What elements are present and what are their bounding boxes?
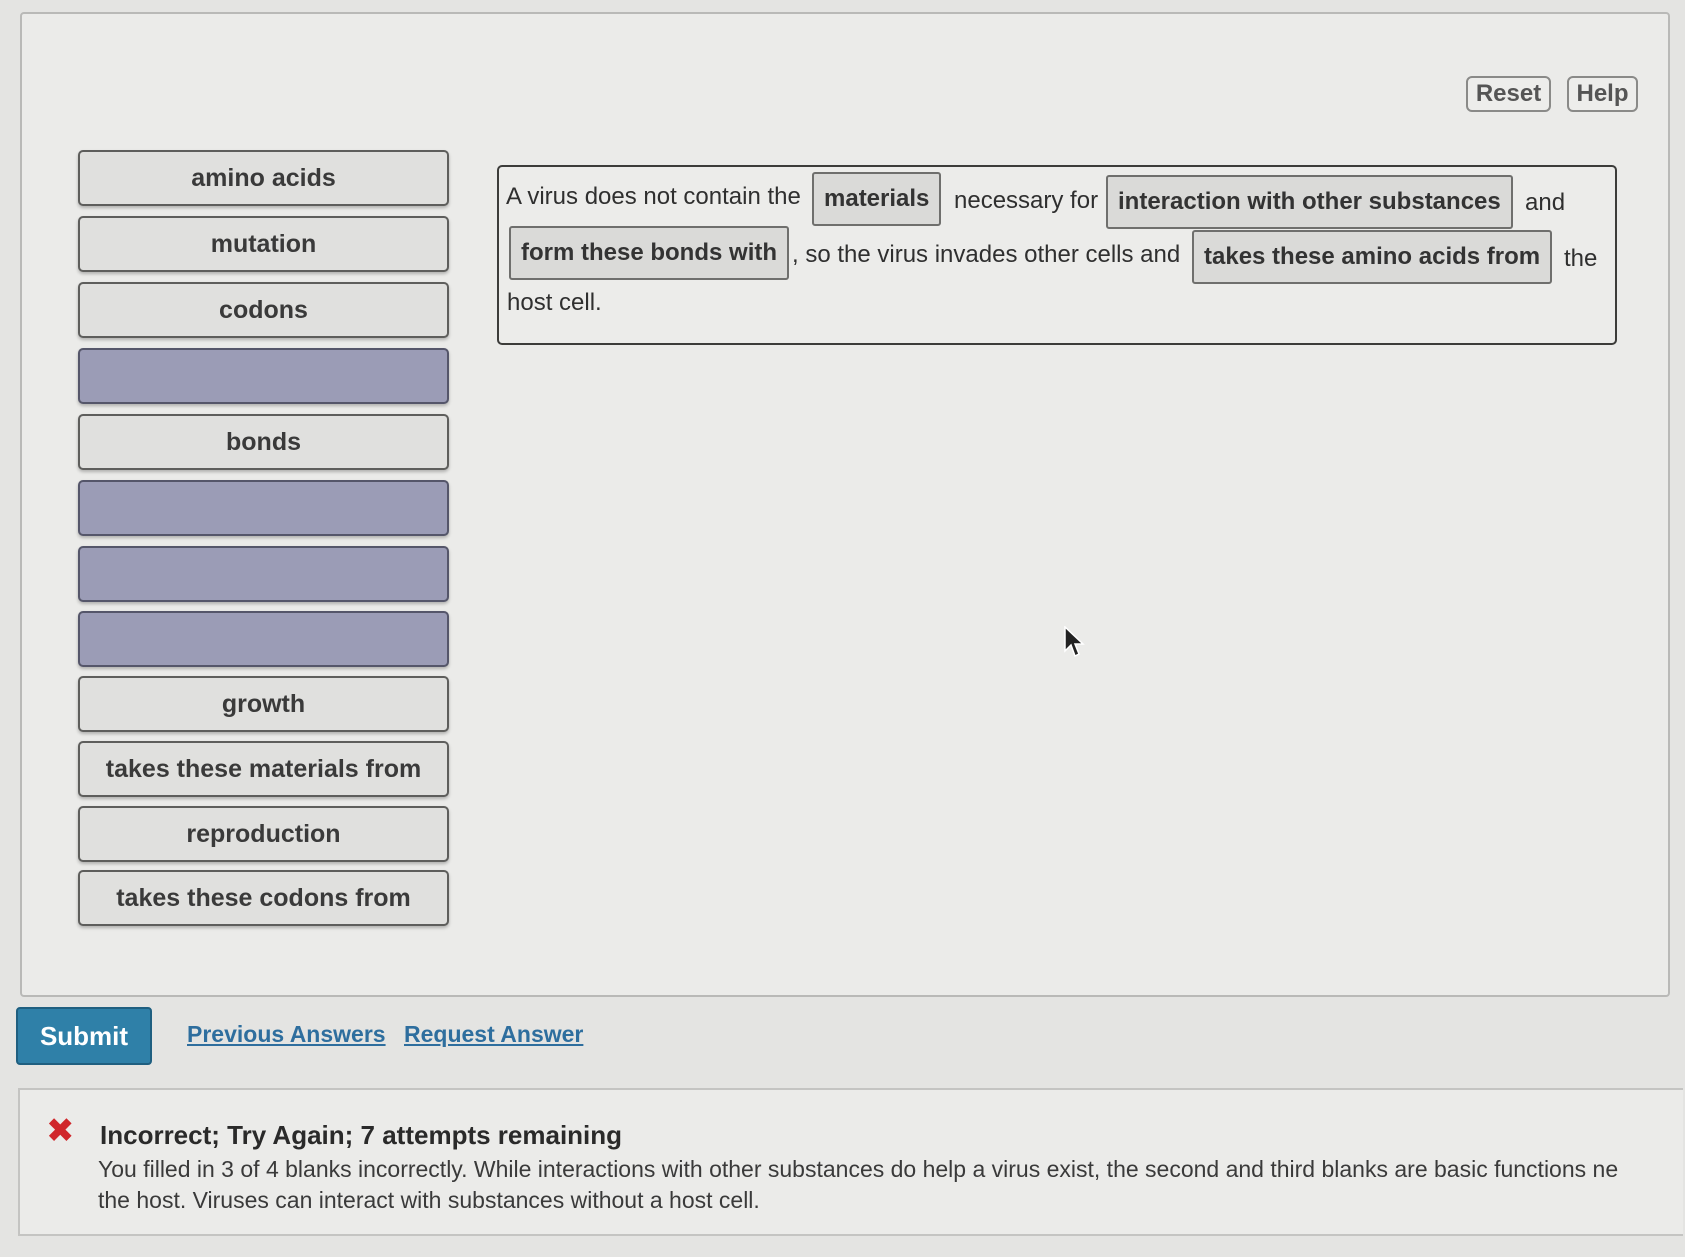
sentence-text: necessary for xyxy=(954,187,1099,214)
bank-chip-mutation[interactable]: mutation xyxy=(78,216,449,272)
feedback-box: ✖ Incorrect; Try Again; 7 attempts remai… xyxy=(18,1088,1683,1236)
blank-1[interactable]: materials xyxy=(812,172,942,226)
previous-answers-link[interactable]: Previous Answers xyxy=(187,1021,386,1048)
sentence-area: A virus does not contain the materials n… xyxy=(497,165,1617,345)
bank-chip-takes-these-codons-from[interactable]: takes these codons from xyxy=(78,870,449,926)
blank-2[interactable]: interaction with other substances xyxy=(1106,175,1513,229)
bank-empty-slot xyxy=(78,546,449,602)
bank-chip-amino-acids[interactable]: amino acids xyxy=(78,150,449,206)
reset-button[interactable]: Reset xyxy=(1466,76,1551,112)
bank-empty-slot xyxy=(78,348,449,404)
feedback-line: You filled in 3 of 4 blanks incorrectly.… xyxy=(98,1156,1619,1182)
bank-chip-growth[interactable]: growth xyxy=(78,676,449,732)
feedback-line: the host. Viruses can interact with subs… xyxy=(98,1187,760,1213)
bank-chip-takes-these-materials-from[interactable]: takes these materials from xyxy=(78,741,449,797)
sentence-text: A virus does not contain the xyxy=(506,183,801,210)
bank-chip-reproduction[interactable]: reproduction xyxy=(78,806,449,862)
feedback-title: Incorrect; Try Again; 7 attempts remaini… xyxy=(100,1120,623,1150)
x-icon: ✖ xyxy=(46,1112,75,1150)
sentence-text: , so the virus invades other cells and xyxy=(792,241,1181,268)
blank-4[interactable]: takes these amino acids from xyxy=(1192,230,1553,284)
sentence-text: the xyxy=(1564,245,1598,272)
bank-chip-codons[interactable]: codons xyxy=(78,282,449,338)
sentence-text: and xyxy=(1525,189,1566,216)
sentence-text: host cell. xyxy=(507,289,602,316)
blank-3[interactable]: form these bonds with xyxy=(509,226,790,280)
bank-empty-slot xyxy=(78,480,449,536)
help-button[interactable]: Help xyxy=(1567,76,1638,112)
request-answer-link[interactable]: Request Answer xyxy=(404,1021,583,1048)
mouse-cursor-icon xyxy=(1064,626,1085,658)
bank-empty-slot xyxy=(78,611,449,667)
bank-chip-bonds[interactable]: bonds xyxy=(78,414,449,470)
submit-button[interactable]: Submit xyxy=(16,1007,152,1065)
feedback-body: You filled in 3 of 4 blanks incorrectly.… xyxy=(98,1154,1668,1216)
